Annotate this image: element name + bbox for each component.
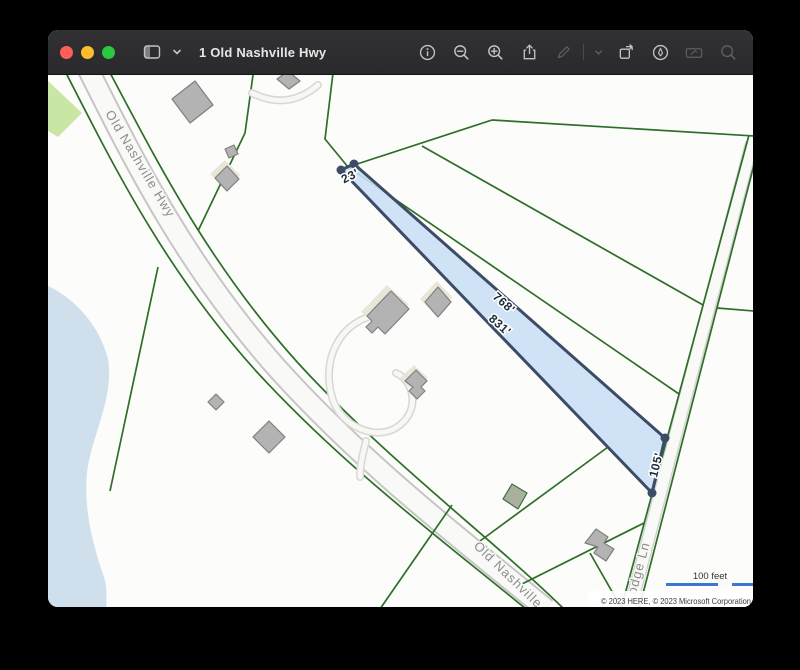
pencil-icon	[554, 43, 573, 62]
annotate-pen-button[interactable]	[645, 38, 675, 66]
markup-toolbar-button[interactable]	[679, 38, 709, 66]
traffic-lights	[60, 46, 115, 59]
titlebar: 1 Old Nashville Hwy	[48, 30, 753, 75]
building	[172, 81, 213, 123]
chevron-down-icon	[171, 46, 183, 58]
chevron-down-icon	[593, 47, 604, 58]
close-button[interactable]	[60, 46, 73, 59]
zoom-out-icon	[452, 43, 471, 62]
preview-window: 1 Old Nashville Hwy	[48, 30, 753, 607]
markup-toolbar-icon	[684, 43, 704, 62]
building	[208, 394, 224, 410]
map-canvas[interactable]: 23' 768' 831' 105' Old Nashville Hwy Old…	[48, 75, 753, 607]
building	[225, 145, 238, 158]
scale-bar	[666, 583, 753, 586]
zoom-out-button[interactable]	[446, 38, 476, 66]
pen-nib-circle-icon	[651, 43, 670, 62]
building-green-outline	[503, 484, 527, 509]
share-icon	[520, 43, 539, 62]
rotate-button[interactable]	[611, 38, 641, 66]
search-icon	[719, 43, 738, 62]
zoom-in-button[interactable]	[480, 38, 510, 66]
sidebar-chevron-button[interactable]	[169, 38, 185, 66]
share-button[interactable]	[514, 38, 544, 66]
toolbar	[412, 38, 743, 66]
zoom-in-icon	[486, 43, 505, 62]
toolbar-divider	[583, 44, 584, 60]
building	[585, 529, 614, 561]
sidebar-icon	[142, 42, 162, 62]
map-container: 23' 768' 831' 105' Old Nashville Hwy Old…	[48, 75, 753, 607]
info-icon	[418, 43, 437, 62]
building	[277, 75, 300, 89]
scale-bar-label: 100 feet	[693, 571, 728, 582]
building	[366, 291, 409, 334]
greenspace-patch	[48, 81, 82, 137]
info-button[interactable]	[412, 38, 442, 66]
sidebar-toggle-button[interactable]	[137, 38, 167, 66]
map-attribution: © 2023 HERE, © 2023 Microsoft Corporatio…	[601, 596, 751, 606]
road-lodge-ln	[630, 143, 752, 607]
rotate-icon	[617, 43, 636, 62]
window-title: 1 Old Nashville Hwy	[199, 45, 326, 60]
minimize-button[interactable]	[81, 46, 94, 59]
markup-options-button[interactable]	[589, 38, 607, 66]
building	[253, 421, 285, 453]
zoom-window-button[interactable]	[102, 46, 115, 59]
water-pond	[48, 286, 109, 607]
markup-pencil-button[interactable]	[548, 38, 578, 66]
search-button[interactable]	[713, 38, 743, 66]
